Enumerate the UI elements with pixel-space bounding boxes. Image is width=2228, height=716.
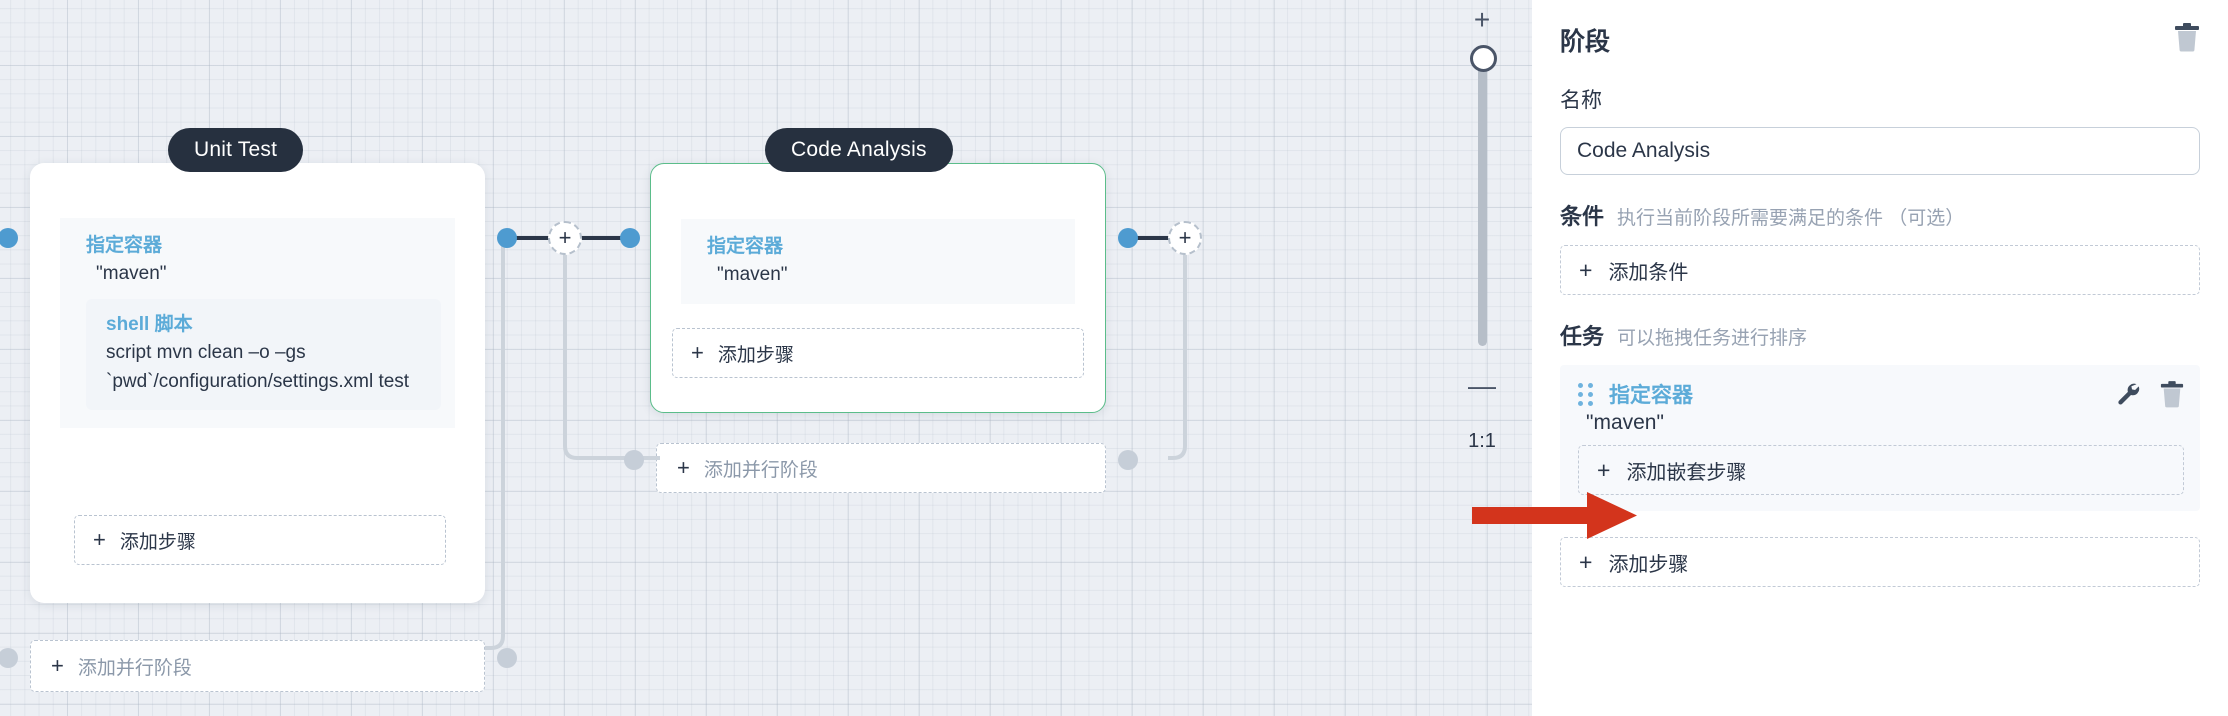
step-value: "maven" bbox=[96, 263, 167, 284]
add-parallel-stage-button-bottom[interactable]: + 添加并行阶段 bbox=[30, 640, 485, 692]
zoom-out-button[interactable]: — bbox=[1452, 372, 1512, 400]
panel-header: 阶段 bbox=[1560, 22, 2200, 58]
trash-icon[interactable] bbox=[2174, 22, 2200, 52]
condition-section-title: 条件 bbox=[1560, 204, 1605, 229]
condition-section-desc: 执行当前阶段所需要满足的条件 （可选） bbox=[1617, 208, 1965, 229]
zoom-slider-track[interactable] bbox=[1478, 58, 1487, 346]
wrench-icon[interactable] bbox=[2116, 381, 2140, 407]
pipeline-canvas[interactable]: Unit Test 指定容器 "maven" shell 脚本 script m… bbox=[0, 0, 1532, 716]
app-root: Unit Test 指定容器 "maven" shell 脚本 script m… bbox=[0, 0, 2228, 716]
add-condition-button[interactable]: + 添加条件 bbox=[1560, 245, 2200, 295]
add-step-button-unit-test[interactable]: + 添加步骤 bbox=[74, 515, 446, 565]
add-nested-step-label: 添加嵌套步骤 bbox=[1626, 461, 1747, 484]
insert-stage-plus-top[interactable]: + bbox=[548, 221, 582, 255]
parallel-stage-input-dot-middle[interactable] bbox=[624, 450, 644, 470]
stage-title-unit-test[interactable]: Unit Test bbox=[168, 128, 304, 172]
red-pointer-arrow bbox=[1472, 492, 1637, 539]
parallel-stage-output-dot-middle[interactable] bbox=[1118, 450, 1138, 470]
zoom-in-button[interactable]: + bbox=[1452, 6, 1512, 34]
add-step-button-panel[interactable]: + 添加步骤 bbox=[1560, 537, 2200, 587]
task-row[interactable]: 指定容器 bbox=[1578, 379, 2184, 409]
add-step-label: 添加步骤 bbox=[119, 531, 196, 553]
zoom-control[interactable]: + — 1:1 bbox=[1452, 0, 1512, 470]
task-name: 指定容器 bbox=[1609, 384, 1693, 407]
tasks-section-header: 任务 可以拖拽任务进行排序 bbox=[1560, 319, 2200, 351]
stage-detail-panel: 阶段 名称 条件 执行当前阶段所需要满足的条件 （可选） + 添加条件 任务 可… bbox=[1532, 0, 2228, 716]
tasks-section-title: 任务 bbox=[1560, 324, 1605, 349]
task-actions bbox=[2116, 380, 2184, 408]
add-step-label: 添加步骤 bbox=[1608, 553, 1689, 576]
plus-icon: + bbox=[691, 340, 704, 365]
parallel-stage-input-dot-bottom[interactable] bbox=[0, 648, 18, 668]
nested-step-key: shell 脚本 bbox=[106, 314, 193, 335]
step-key: 指定容器 bbox=[707, 236, 784, 257]
stage-title-code-analysis[interactable]: Code Analysis bbox=[765, 128, 953, 172]
plus-icon: + bbox=[1579, 548, 1593, 575]
stage-input-dot-unit-test[interactable] bbox=[0, 228, 18, 248]
add-nested-step-button[interactable]: + 添加嵌套步骤 bbox=[1578, 445, 2184, 495]
nested-step-value: script mvn clean –o –gs `pwd`/configurat… bbox=[106, 342, 410, 392]
add-parallel-stage-label: 添加并行阶段 bbox=[703, 459, 818, 481]
task-value: "maven" bbox=[1586, 411, 1664, 434]
stage-output-dot-unit-test[interactable] bbox=[497, 228, 517, 248]
step-block-container-ca[interactable]: 指定容器 "maven" bbox=[681, 219, 1075, 304]
step-value: "maven" bbox=[717, 264, 788, 285]
nested-step-shell[interactable]: shell 脚本 script mvn clean –o –gs `pwd`/c… bbox=[86, 299, 441, 410]
condition-section-header: 条件 执行当前阶段所需要满足的条件 （可选） bbox=[1560, 199, 2200, 231]
drag-handle-icon[interactable] bbox=[1578, 382, 1593, 406]
edge-elbow-right bbox=[1168, 252, 1187, 460]
step-block-container[interactable]: 指定容器 "maven" shell 脚本 script mvn clean –… bbox=[60, 218, 455, 428]
zoom-slider-thumb[interactable] bbox=[1470, 45, 1497, 72]
tasks-section-desc: 可以拖拽任务进行排序 bbox=[1617, 328, 1808, 349]
stage-name-input[interactable] bbox=[1560, 127, 2200, 175]
add-step-button-code-analysis[interactable]: + 添加步骤 bbox=[672, 328, 1084, 378]
trash-icon[interactable] bbox=[2160, 380, 2184, 408]
plus-icon: + bbox=[51, 653, 64, 678]
add-parallel-stage-label: 添加并行阶段 bbox=[77, 657, 192, 679]
stage-node-unit-test[interactable]: 指定容器 "maven" shell 脚本 script mvn clean –… bbox=[30, 163, 485, 603]
step-key: 指定容器 bbox=[86, 235, 163, 256]
plus-icon: + bbox=[677, 455, 690, 480]
zoom-ratio-label[interactable]: 1:1 bbox=[1452, 430, 1512, 453]
stage-output-dot-code-analysis[interactable] bbox=[1118, 228, 1138, 248]
plus-icon: + bbox=[1579, 256, 1593, 283]
insert-stage-plus-right[interactable]: + bbox=[1168, 221, 1202, 255]
stage-input-dot-code-analysis[interactable] bbox=[620, 228, 640, 248]
plus-icon: + bbox=[1597, 456, 1611, 483]
parallel-stage-output-dot-bottom[interactable] bbox=[497, 648, 517, 668]
add-step-label: 添加步骤 bbox=[717, 344, 794, 366]
panel-title: 阶段 bbox=[1560, 28, 1611, 56]
add-condition-label: 添加条件 bbox=[1608, 261, 1689, 284]
add-parallel-stage-button-middle[interactable]: + 添加并行阶段 bbox=[656, 443, 1106, 493]
name-field-label: 名称 bbox=[1560, 89, 1602, 112]
plus-icon: + bbox=[93, 527, 106, 552]
